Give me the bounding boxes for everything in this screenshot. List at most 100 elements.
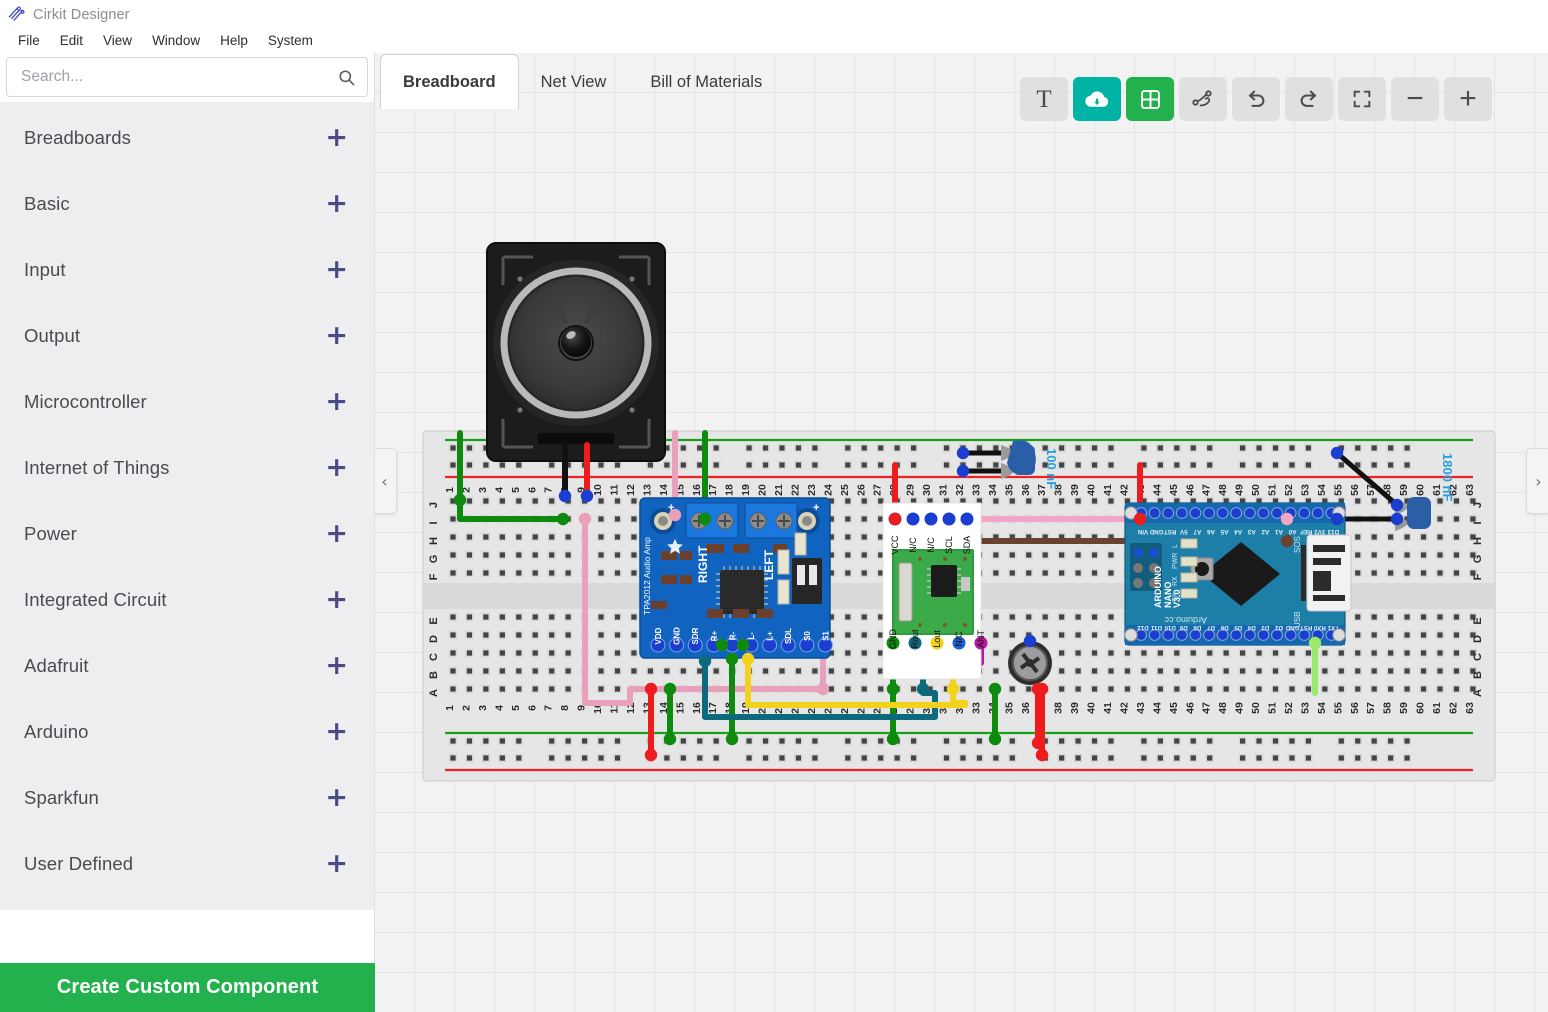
sidebar-item-arduino[interactable]: Arduino + [0,699,374,765]
category-label: User Defined [24,853,133,875]
svg-text:6: 6 [526,705,538,711]
menu-item-system[interactable]: System [258,31,323,51]
svg-text:G: G [1472,555,1484,564]
zoom-out-button[interactable]: − [1391,77,1439,121]
amp-right-label: RIGHT [696,545,710,583]
menu-item-edit[interactable]: Edit [50,31,93,51]
collapse-right-panel-button[interactable]: › [1526,448,1548,514]
plus-icon[interactable]: + [325,722,348,742]
plus-icon[interactable]: + [325,788,348,808]
main-shell: Breadboards + Basic + Input + Output + M… [0,53,1548,1012]
nano-led-pwr: PWR [1172,553,1179,569]
menu-item-help[interactable]: Help [210,31,258,51]
svg-text:D: D [1472,635,1484,643]
menu-item-file[interactable]: File [8,31,50,51]
svg-text:D3: D3 [1261,624,1269,631]
tab-breadboard[interactable]: Breadboard [380,54,519,109]
trimmer-potentiometer[interactable] [1008,641,1052,685]
plus-icon[interactable]: + [325,326,348,346]
sidebar-item-input[interactable]: Input + [0,237,374,303]
menu-item-window[interactable]: Window [142,31,210,51]
speaker[interactable] [487,243,665,461]
tab-bill-of-materials[interactable]: Bill of Materials [628,56,784,108]
zoom-in-button[interactable]: + [1444,77,1492,121]
circuit-drawing[interactable]: JJIIHHGGFFEEDDCCBBAA11223344556677889910… [375,53,1548,1012]
tab-net-view[interactable]: Net View [519,56,629,108]
create-custom-component-button[interactable]: Create Custom Component [0,963,375,1012]
svg-text:39: 39 [1069,484,1081,496]
audio-amplifier-module[interactable]: TPA2012 Audio Amp RIGHT LEFT + + VDDGNDS… [640,498,832,658]
grid-toggle-button[interactable] [1126,77,1174,121]
svg-text:52: 52 [1283,702,1295,714]
svg-text:15: 15 [674,702,686,714]
svg-text:SCL: SCL [944,536,954,554]
search-box[interactable] [6,57,368,97]
svg-text:29: 29 [905,484,917,496]
svg-text:N/C: N/C [926,537,936,553]
plus-icon[interactable]: + [325,128,348,148]
title-bar: Cirkit Designer [0,0,1548,29]
plus-icon[interactable]: + [325,590,348,610]
svg-text:B: B [428,671,440,679]
sidebar-item-breadboards[interactable]: Breadboards + [0,105,374,171]
svg-text:49: 49 [1234,484,1246,496]
sidebar-item-microcontroller[interactable]: Microcontroller + [0,369,374,435]
sidebar-item-adafruit[interactable]: Adafruit + [0,633,374,699]
svg-text:SDA: SDA [962,536,972,555]
route-wires-button[interactable] [1179,77,1227,121]
amp-board-name: TPA2012 Audio Amp [642,537,652,615]
cloud-upload-button[interactable] [1073,77,1121,121]
fm-radio-module[interactable]: VCCN/CN/CSCLSDAGNDRoutLoutN/CANT [883,503,988,679]
svg-text:A4: A4 [1234,528,1242,535]
plus-icon[interactable]: + [325,854,348,874]
svg-text:SDL: SDL [784,628,793,644]
sidebar-item-power[interactable]: Power + [0,501,374,567]
svg-text:F: F [428,573,440,580]
redo-button[interactable] [1285,77,1333,121]
plus-icon[interactable]: + [325,458,348,478]
sidebar-item-user-defined[interactable]: User Defined + [0,831,374,897]
undo-button[interactable] [1232,77,1280,121]
svg-text:VCC: VCC [890,535,900,555]
grid-icon [1139,88,1162,111]
svg-text:33: 33 [970,702,982,714]
svg-text:11: 11 [609,484,621,495]
svg-text:H: H [1472,537,1484,545]
sidebar-item-sparkfun[interactable]: Sparkfun + [0,765,374,831]
collapse-left-panel-button[interactable]: ‹ [375,448,397,514]
svg-text:GND: GND [673,627,682,645]
search-icon[interactable] [337,68,356,87]
fit-to-screen-button[interactable] [1338,77,1386,121]
svg-text:16: 16 [691,484,703,496]
svg-text:D2: D2 [1274,624,1282,631]
svg-text:13: 13 [641,484,653,496]
svg-text:B: B [1472,671,1484,679]
arduino-nano[interactable]: VINGNDRST5VA7A6A5A4A3A2A1A0REF3V3D13D12D… [1125,503,1351,645]
svg-text:10: 10 [592,484,604,496]
plus-icon[interactable]: + [325,656,348,676]
sidebar-item-basic[interactable]: Basic + [0,171,374,237]
sidebar-item-integrated-circuit[interactable]: Integrated Circuit + [0,567,374,633]
plus-icon[interactable]: + [325,194,348,214]
menu-item-view[interactable]: View [93,31,142,51]
nano-silk-url: Arduino.cc [1164,615,1207,625]
sidebar-item-internet-of-things[interactable]: Internet of Things + [0,435,374,501]
svg-text:A5: A5 [1220,528,1228,535]
svg-text:A: A [428,689,440,697]
chevron-right-icon: › [1535,472,1541,491]
svg-text:D13: D13 [1327,528,1339,535]
svg-text:22: 22 [789,484,801,496]
nano-led-l: L [1172,544,1179,548]
plus-icon[interactable]: + [325,524,348,544]
plus-icon[interactable]: + [325,392,348,412]
text-tool-button[interactable]: T [1020,77,1068,121]
search-input[interactable] [7,58,367,96]
amp-left-label: LEFT [762,549,776,580]
sidebar-item-output[interactable]: Output + [0,303,374,369]
plus-icon[interactable]: + [325,260,348,280]
svg-text:N/C: N/C [908,537,918,553]
cloud-upload-icon [1084,86,1110,112]
breadboard-canvas[interactable]: Breadboard Net View Bill of Materials T [375,53,1548,1012]
svg-text:1: 1 [444,487,456,493]
amp-plus-left: + [813,502,819,514]
